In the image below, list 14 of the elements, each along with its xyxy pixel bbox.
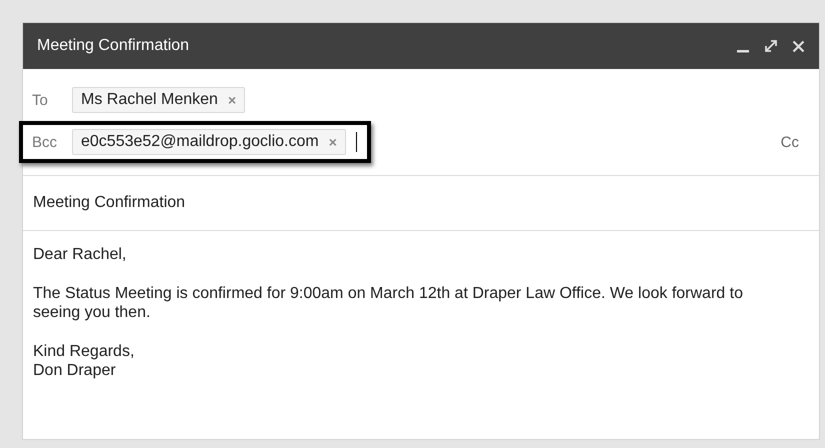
subject-field[interactable]: Meeting Confirmation — [23, 176, 819, 231]
close-icon[interactable] — [792, 40, 805, 52]
window-title: Meeting Confirmation — [37, 37, 190, 55]
cc-link[interactable]: Cc — [780, 134, 799, 150]
paragraph: Kind Regards, Don Draper — [33, 342, 136, 380]
paragraph: Dear Rachel, — [33, 245, 128, 264]
paragraph: The Status Meeting is confirmed for 9:00am on March 12th at Draper Law Office. We look forward to seeing you then. — [33, 284, 744, 322]
text-cursor — [356, 132, 358, 152]
recipient-chip[interactable]: e0c553e52@maildrop.goclio.com × — [72, 129, 346, 155]
recipient-chip[interactable]: Ms Rachel Menken × — [72, 87, 246, 113]
field-label: To — [32, 92, 49, 108]
message-body[interactable]: Dear Rachel, The Status Meeting is confirmed for 9:00am on March 12th at Draper Law Office. We look forward to seeing you then. Kind Regards, Don Draper — [23, 231, 819, 439]
expand-icon[interactable] — [764, 39, 778, 53]
field-label: Bcc — [32, 134, 58, 150]
